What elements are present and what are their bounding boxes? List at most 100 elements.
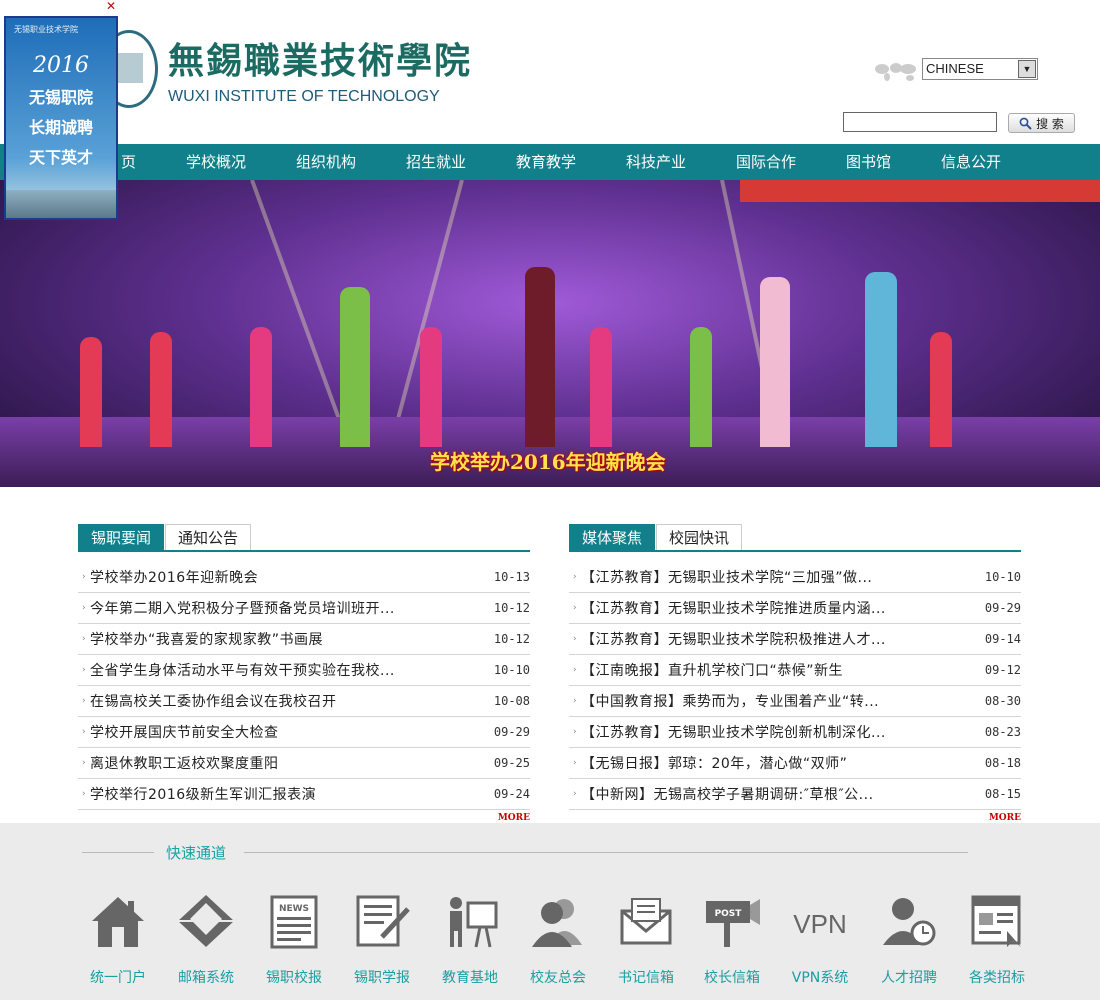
site-header: 無錫職業技術學院 WUXI INSTITUTE OF TECHNOLOGY CH… <box>0 0 1100 144</box>
news-title[interactable]: 离退休教职工返校欢聚度重阳 <box>90 753 480 773</box>
language-select[interactable]: CHINESE ▼ <box>922 58 1038 80</box>
news-title[interactable]: 学校举办“我喜爱的家规家教”书画展 <box>90 629 480 649</box>
list-item[interactable]: › 【无锡日报】郭琼：20年，潜心做“双师” 08-18 <box>569 748 1021 779</box>
news-title[interactable]: 【江南晚报】直升机学校门口“恭候”新生 <box>581 660 971 680</box>
quick-link-journal[interactable]: 锡职学报 <box>339 891 425 987</box>
banner-red-backdrop <box>740 180 1100 202</box>
list-item[interactable]: › 学校举行2016级新生军训汇报表演 09-24 <box>78 779 530 810</box>
nav-item-international[interactable]: 国际合作 <box>736 144 796 180</box>
quick-access-section: 快速通道 统一门户 邮箱系统 NEWS 锡职校报 锡职学报 教育基地 校友总会 … <box>0 823 1100 1000</box>
nav-item-organization[interactable]: 组织机构 <box>296 144 356 180</box>
quick-link-mail[interactable]: 邮箱系统 <box>163 891 249 987</box>
search-input[interactable] <box>843 112 997 132</box>
post-label: POST <box>715 909 743 919</box>
site-logo[interactable]: 無錫職業技術學院 WUXI INSTITUTE OF TECHNOLOGY <box>100 30 472 108</box>
news-date: 10-13 <box>493 570 530 584</box>
bullet-icon: › <box>573 665 577 675</box>
nav-item-info-disclosure[interactable]: 信息公开 <box>941 144 1001 180</box>
news-date: 10-08 <box>493 694 530 708</box>
news-title[interactable]: 学校举行2016级新生军训汇报表演 <box>90 784 480 804</box>
search-icon <box>1019 117 1032 130</box>
quick-link-president-mailbox[interactable]: POST 校长信箱 <box>689 891 775 987</box>
quick-link-label: VPN系统 <box>791 970 849 986</box>
news-tabs: 锡职要闻 通知公告 <box>78 524 530 552</box>
list-item[interactable]: › 【中新网】无锡高校学子暑期调研:″草根″公... 08-15 <box>569 779 1021 810</box>
news-title[interactable]: 【江苏教育】无锡职业技术学院积极推进人才... <box>581 629 971 649</box>
performer <box>690 327 712 447</box>
news-date: 09-29 <box>493 725 530 739</box>
ad-year: 2016 <box>33 53 89 78</box>
news-title[interactable]: 【中新网】无锡高校学子暑期调研:″草根″公... <box>581 784 971 804</box>
quick-link-label: 校长信箱 <box>704 970 760 986</box>
list-item[interactable]: › 离退休教职工返校欢聚度重阳 09-25 <box>78 748 530 779</box>
quick-link-vpn[interactable]: VPN VPN系统 <box>777 891 863 987</box>
more-link[interactable]: MORE <box>569 813 1021 823</box>
list-item[interactable]: › 在锡高校关工委协作组会议在我校召开 10-08 <box>78 686 530 717</box>
performer <box>760 277 790 447</box>
quick-link-label: 锡职学报 <box>354 970 410 986</box>
news-title[interactable]: 【中国教育报】乘势而为，专业围着产业“转... <box>581 691 971 711</box>
recruit-clock-icon <box>883 898 936 946</box>
quick-link-portal[interactable]: 统一门户 <box>75 891 161 987</box>
quick-link-school-paper[interactable]: NEWS 锡职校报 <box>251 891 337 987</box>
nav-item-technology[interactable]: 科技产业 <box>626 144 686 180</box>
list-item[interactable]: › 学校举办2016年迎新晚会 10-13 <box>78 562 530 593</box>
bullet-icon: › <box>573 789 577 799</box>
list-item[interactable]: › 【江苏教育】无锡职业技术学院“三加强”做... 10-10 <box>569 562 1021 593</box>
tab-school-news[interactable]: 锡职要闻 <box>78 524 165 550</box>
nav-item-education[interactable]: 教育教学 <box>516 144 576 180</box>
nav-item-library[interactable]: 图书馆 <box>846 144 891 180</box>
quick-link-recruitment[interactable]: 人才招聘 <box>866 891 952 987</box>
quick-link-alumni[interactable]: 校友总会 <box>515 891 601 987</box>
performer <box>250 327 272 447</box>
list-item[interactable]: › 全省学生身体活动水平与有效干预实验在我校... 10-10 <box>78 655 530 686</box>
tab-campus-flash[interactable]: 校园快讯 <box>656 524 743 550</box>
news-title[interactable]: 学校开展国庆节前安全大检查 <box>90 722 480 742</box>
list-item[interactable]: › 学校开展国庆节前安全大检查 09-29 <box>78 717 530 748</box>
news-title[interactable]: 【无锡日报】郭琼：20年，潜心做“双师” <box>581 753 971 773</box>
news-title[interactable]: 【江苏教育】无锡职业技术学院“三加强”做... <box>581 567 971 587</box>
more-link[interactable]: MORE <box>78 813 530 823</box>
close-icon[interactable]: ✕ <box>106 0 118 12</box>
floating-recruit-ad[interactable]: 无锡职业技术学院 2016 无锡职院 长期诚聘 天下英才 <box>4 16 118 220</box>
post-mailbox-icon: POST <box>706 899 760 947</box>
news-title[interactable]: 【江苏教育】无锡职业技术学院推进质量内涵... <box>581 598 971 618</box>
nav-item-admissions[interactable]: 招生就业 <box>406 144 466 180</box>
list-item[interactable]: › 【江苏教育】无锡职业技术学院推进质量内涵... 09-29 <box>569 593 1021 624</box>
news-date: 09-25 <box>493 756 530 770</box>
news-date: 08-23 <box>984 725 1021 739</box>
list-item[interactable]: › 今年第二期入党积极分子暨预备党员培训班开... 10-12 <box>78 593 530 624</box>
news-date: 08-18 <box>984 756 1021 770</box>
quick-link-edu-base[interactable]: 教育基地 <box>427 891 513 987</box>
ad-line: 无锡职院 <box>28 88 93 107</box>
list-item[interactable]: › 【中国教育报】乘势而为，专业围着产业“转... 08-30 <box>569 686 1021 717</box>
list-item[interactable]: › 【江苏教育】无锡职业技术学院创新机制深化... 08-23 <box>569 717 1021 748</box>
quick-link-label: 书记信箱 <box>618 970 674 986</box>
bullet-icon: › <box>82 665 86 675</box>
news-date: 09-12 <box>984 663 1021 677</box>
search-button[interactable]: 搜 索 <box>1008 113 1075 133</box>
quick-link-bidding[interactable]: 各类招标 <box>954 891 1040 987</box>
nav-item-home[interactable]: 页 <box>121 144 136 180</box>
list-item[interactable]: › 【江苏教育】无锡职业技术学院积极推进人才... 09-14 <box>569 624 1021 655</box>
newspaper-label: NEWS <box>279 904 309 914</box>
logo-chinese-name: 無錫職業技術學院 <box>168 40 473 82</box>
news-title[interactable]: 学校举办2016年迎新晚会 <box>90 567 480 587</box>
tab-media-focus[interactable]: 媒体聚焦 <box>569 524 656 550</box>
banner-caption[interactable]: 学校举办2016年迎新晚会 <box>430 446 666 475</box>
news-title[interactable]: 全省学生身体活动水平与有效干预实验在我校... <box>90 660 480 680</box>
news-title[interactable]: 在锡高校关工委协作组会议在我校召开 <box>90 691 480 711</box>
chevron-down-icon[interactable]: ▼ <box>1018 60 1036 78</box>
tab-notices[interactable]: 通知公告 <box>165 524 252 550</box>
list-item[interactable]: › 学校举办“我喜爱的家规家教”书画展 10-12 <box>78 624 530 655</box>
news-date: 10-12 <box>493 632 530 646</box>
performer <box>590 327 612 447</box>
nav-item-about[interactable]: 学校概况 <box>186 144 246 180</box>
news-title[interactable]: 今年第二期入党积极分子暨预备党员培训班开... <box>90 598 480 618</box>
banner-slideshow[interactable]: 学校举办2016年迎新晚会 <box>0 180 1100 487</box>
quick-link-secretary-mailbox[interactable]: 书记信箱 <box>603 891 689 987</box>
news-title[interactable]: 【江苏教育】无锡职业技术学院创新机制深化... <box>581 722 971 742</box>
news-list: › 学校举办2016年迎新晚会 10-13 › 今年第二期入党积极分子暨预备党员培训班… <box>78 562 530 810</box>
bullet-icon: › <box>82 696 86 706</box>
list-item[interactable]: › 【江南晚报】直升机学校门口“恭候”新生 09-12 <box>569 655 1021 686</box>
